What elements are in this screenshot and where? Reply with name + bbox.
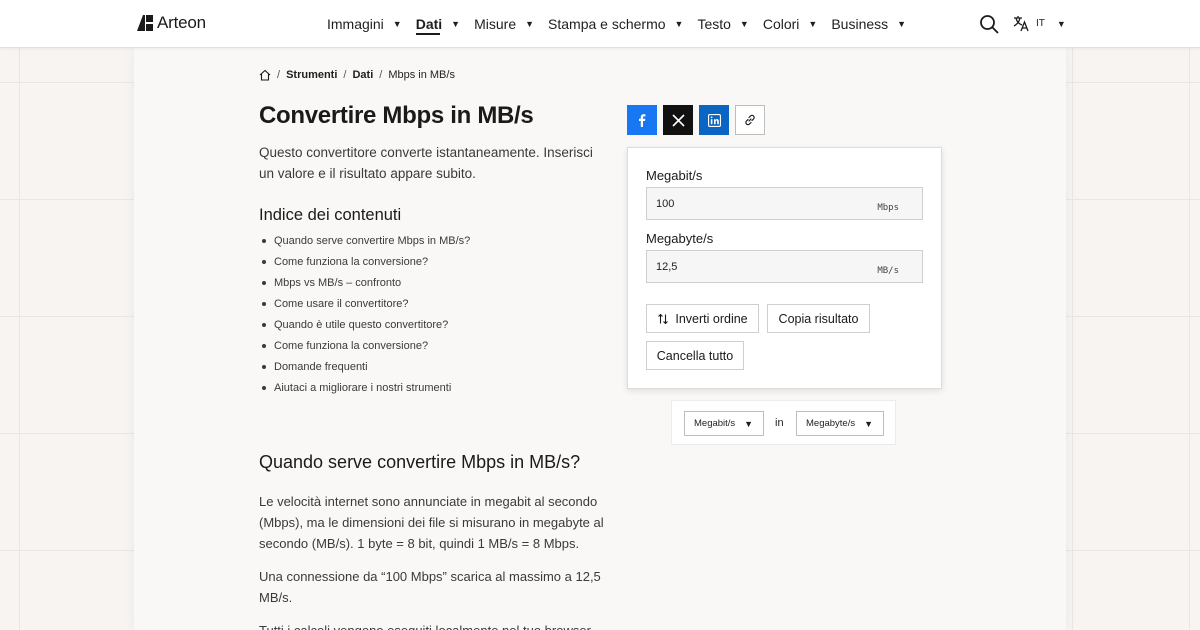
copy-result-label: Copia risultato xyxy=(778,311,859,326)
nav-item-label: Dati xyxy=(415,16,443,32)
linkedin-icon xyxy=(707,113,721,127)
breadcrumb-separator: / xyxy=(277,69,281,81)
nav-item-label: Testo xyxy=(697,16,731,32)
nav-item-label: Colori xyxy=(762,16,800,32)
caret-down-icon: ▼ xyxy=(744,418,753,429)
nav-item-label: Stampa e schermo xyxy=(548,16,666,32)
x-icon xyxy=(671,113,685,127)
breadcrumb-separator: / xyxy=(379,69,383,81)
main-nav: Immagini ▼ Dati ▼ Misure ▼ Stampa e schermo… xyxy=(327,0,920,48)
arteon-logo-icon xyxy=(137,15,153,31)
clear-all-button[interactable]: Cancella tutto xyxy=(646,341,744,370)
megabit-unit: Mbps xyxy=(877,203,899,213)
to-unit-select[interactable]: Megabyte/s ▼ xyxy=(796,411,884,436)
copy-link-button[interactable] xyxy=(735,105,765,135)
toc-item[interactable]: Aiutaci a migliorare i nostri strumenti xyxy=(259,380,470,401)
nav-item-dati[interactable]: Dati ▼ xyxy=(416,0,460,48)
brand-logo[interactable]: Arteon xyxy=(137,13,206,33)
swap-order-label: Inverti ordine xyxy=(675,311,748,326)
nav-item-immagini[interactable]: Immagini ▼ xyxy=(327,0,402,48)
toc-title: Indice dei contenuti xyxy=(259,206,402,224)
clear-all-label: Cancella tutto xyxy=(656,348,734,363)
caret-down-icon: ▼ xyxy=(392,19,402,29)
nav-item-stampa-e-schermo[interactable]: Stampa e schermo ▼ xyxy=(548,0,683,48)
nav-item-label: Business xyxy=(831,16,889,32)
caret-down-icon: ▼ xyxy=(739,19,749,29)
toc-item[interactable]: Come funziona la conversione? xyxy=(259,338,470,359)
top-navigation-bar: Arteon Immagini ▼ Dati ▼ Misure ▼ Stampa e … xyxy=(0,0,1200,48)
page-intro: Questo convertitore converte istantaneam… xyxy=(259,145,593,181)
section-paragraph: Le velocità internet sono annunciate in … xyxy=(259,494,604,551)
nav-item-label: Immagini xyxy=(327,16,384,32)
toc-item[interactable]: Mbps vs MB/s – confronto xyxy=(259,275,470,296)
nav-item-label: Misure xyxy=(474,16,517,32)
facebook-icon xyxy=(639,114,646,127)
search-icon[interactable] xyxy=(979,14,999,34)
connector-label: in xyxy=(775,417,784,429)
share-linkedin-button[interactable] xyxy=(699,105,729,135)
breadcrumb-dati[interactable]: Dati xyxy=(352,69,373,81)
converter-panel: Megabit/s 100 Mbps Megabyte/s 12,5 MB/s … xyxy=(627,147,942,389)
nav-item-misure[interactable]: Misure ▼ xyxy=(474,0,534,48)
megabyte-value: 12,5 xyxy=(656,261,678,273)
from-unit-select[interactable]: Megabit/s ▼ xyxy=(684,411,764,436)
megabyte-unit: MB/s xyxy=(877,266,899,276)
caret-down-icon: ▼ xyxy=(897,19,907,29)
to-unit-value: Megabyte/s xyxy=(806,418,856,429)
breadcrumb-current: Mbps in MB/s xyxy=(388,69,455,81)
from-unit-value: Megabit/s xyxy=(694,418,736,429)
brand-name: Arteon xyxy=(157,13,206,32)
caret-down-icon: ▼ xyxy=(1056,18,1066,29)
swap-arrows-icon xyxy=(658,313,669,324)
megabit-value: 100 xyxy=(656,198,675,210)
toc-item[interactable]: Quando serve convertire Mbps in MB/s? xyxy=(259,233,470,254)
toc-item[interactable]: Domande frequenti xyxy=(259,359,470,380)
translate-icon xyxy=(1013,16,1029,32)
megabyte-input[interactable]: 12,5 MB/s xyxy=(646,250,923,283)
breadcrumb-strumenti[interactable]: Strumenti xyxy=(286,69,337,81)
to-field-label: Megabyte/s xyxy=(646,231,714,246)
share-x-button[interactable] xyxy=(663,105,693,135)
section-paragraph: Una connessione da “100 Mbps” scarica al… xyxy=(259,569,601,605)
caret-down-icon: ▼ xyxy=(451,19,461,29)
table-of-contents: Quando serve convertire Mbps in MB/s? Co… xyxy=(259,233,470,401)
home-icon[interactable] xyxy=(259,69,271,81)
link-icon xyxy=(745,114,755,126)
breadcrumb-separator: / xyxy=(343,69,347,81)
share-buttons xyxy=(627,105,765,135)
copy-result-button[interactable]: Copia risultato xyxy=(767,304,870,333)
share-facebook-button[interactable] xyxy=(627,105,657,135)
from-field-label: Megabit/s xyxy=(646,168,703,183)
nav-item-business[interactable]: Business ▼ xyxy=(831,0,906,48)
toc-item[interactable]: Come funziona la conversione? xyxy=(259,254,470,275)
caret-down-icon: ▼ xyxy=(674,19,684,29)
breadcrumb: / Strumenti / Dati / Mbps in MB/s xyxy=(259,69,455,81)
megabit-input[interactable]: 100 Mbps xyxy=(646,187,923,220)
unit-selector-row: Megabit/s ▼ in Megabyte/s ▼ xyxy=(671,400,896,445)
caret-down-icon: ▼ xyxy=(525,19,535,29)
section-title: Quando serve convertire Mbps in MB/s? xyxy=(259,452,581,472)
section-paragraph: Tutti i calcoli vengono eseguiti localme… xyxy=(259,620,604,630)
language-selector[interactable]: IT ▼ xyxy=(1013,15,1066,32)
toc-item[interactable]: Come usare il convertitore? xyxy=(259,296,470,317)
nav-item-testo[interactable]: Testo ▼ xyxy=(697,0,748,48)
language-code: IT xyxy=(1036,18,1045,29)
nav-item-colori[interactable]: Colori ▼ xyxy=(763,0,818,48)
page-title: Convertire Mbps in MB/s xyxy=(259,102,534,129)
toc-item[interactable]: Quando è utile questo convertitore? xyxy=(259,317,470,338)
caret-down-icon: ▼ xyxy=(864,418,873,429)
caret-down-icon: ▼ xyxy=(808,19,818,29)
swap-order-button[interactable]: Inverti ordine xyxy=(646,304,759,333)
